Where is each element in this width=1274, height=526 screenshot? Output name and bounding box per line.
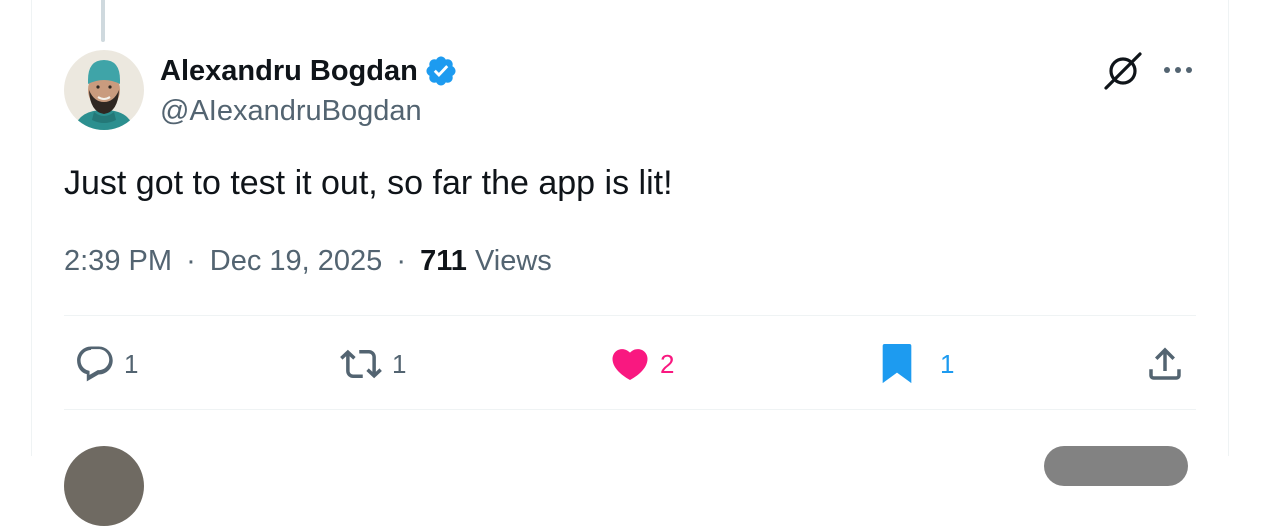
like-button[interactable]: 2 [608,342,674,386]
thread-connector-line [101,0,105,42]
tweet-metadata: 2:39 PM · Dec 19, 2025 · 711 Views [64,242,552,280]
card-right-border [1228,0,1229,456]
card-left-border [31,0,32,456]
reply-submit-button[interactable] [1044,446,1188,486]
meta-separator: · [396,245,407,277]
author-name-row: Alexandru Bogdan [160,53,458,89]
heart-icon [612,349,648,381]
grok-icon[interactable] [1102,50,1144,92]
views-label[interactable]: Views [475,245,552,277]
meta-separator: · [186,245,196,277]
author-avatar[interactable] [64,50,144,130]
bookmark-icon [882,343,912,384]
tweet-date[interactable]: Dec 19, 2025 [210,245,383,277]
reply-button[interactable]: 1 [74,342,138,386]
previous-post-action-fragment [1096,0,1136,2]
author-handle[interactable]: @AIexandruBogdan [160,93,422,129]
verified-badge-icon[interactable] [424,54,458,88]
share-button[interactable] [1144,342,1186,386]
reply-count: 1 [124,349,139,379]
tweet-text: Just got to test it out, so far the app … [64,164,673,202]
bookmark-count: 1 [940,349,955,379]
retweet-icon [340,349,382,379]
author-display-name[interactable]: Alexandru Bogdan [160,53,418,89]
like-count: 2 [660,349,675,379]
bookmark-button[interactable]: 1 [880,342,954,386]
divider-bottom [64,409,1196,410]
views-count[interactable]: 711 [420,245,467,277]
retweet-button[interactable]: 1 [338,342,406,386]
more-icon[interactable] [1160,55,1196,85]
tweet-time[interactable]: 2:39 PM [64,245,172,277]
divider-top [64,315,1196,316]
reply-icon [77,346,113,382]
reply-composer-avatar [64,446,144,526]
share-icon [1149,347,1181,380]
retweet-count: 1 [392,349,407,379]
